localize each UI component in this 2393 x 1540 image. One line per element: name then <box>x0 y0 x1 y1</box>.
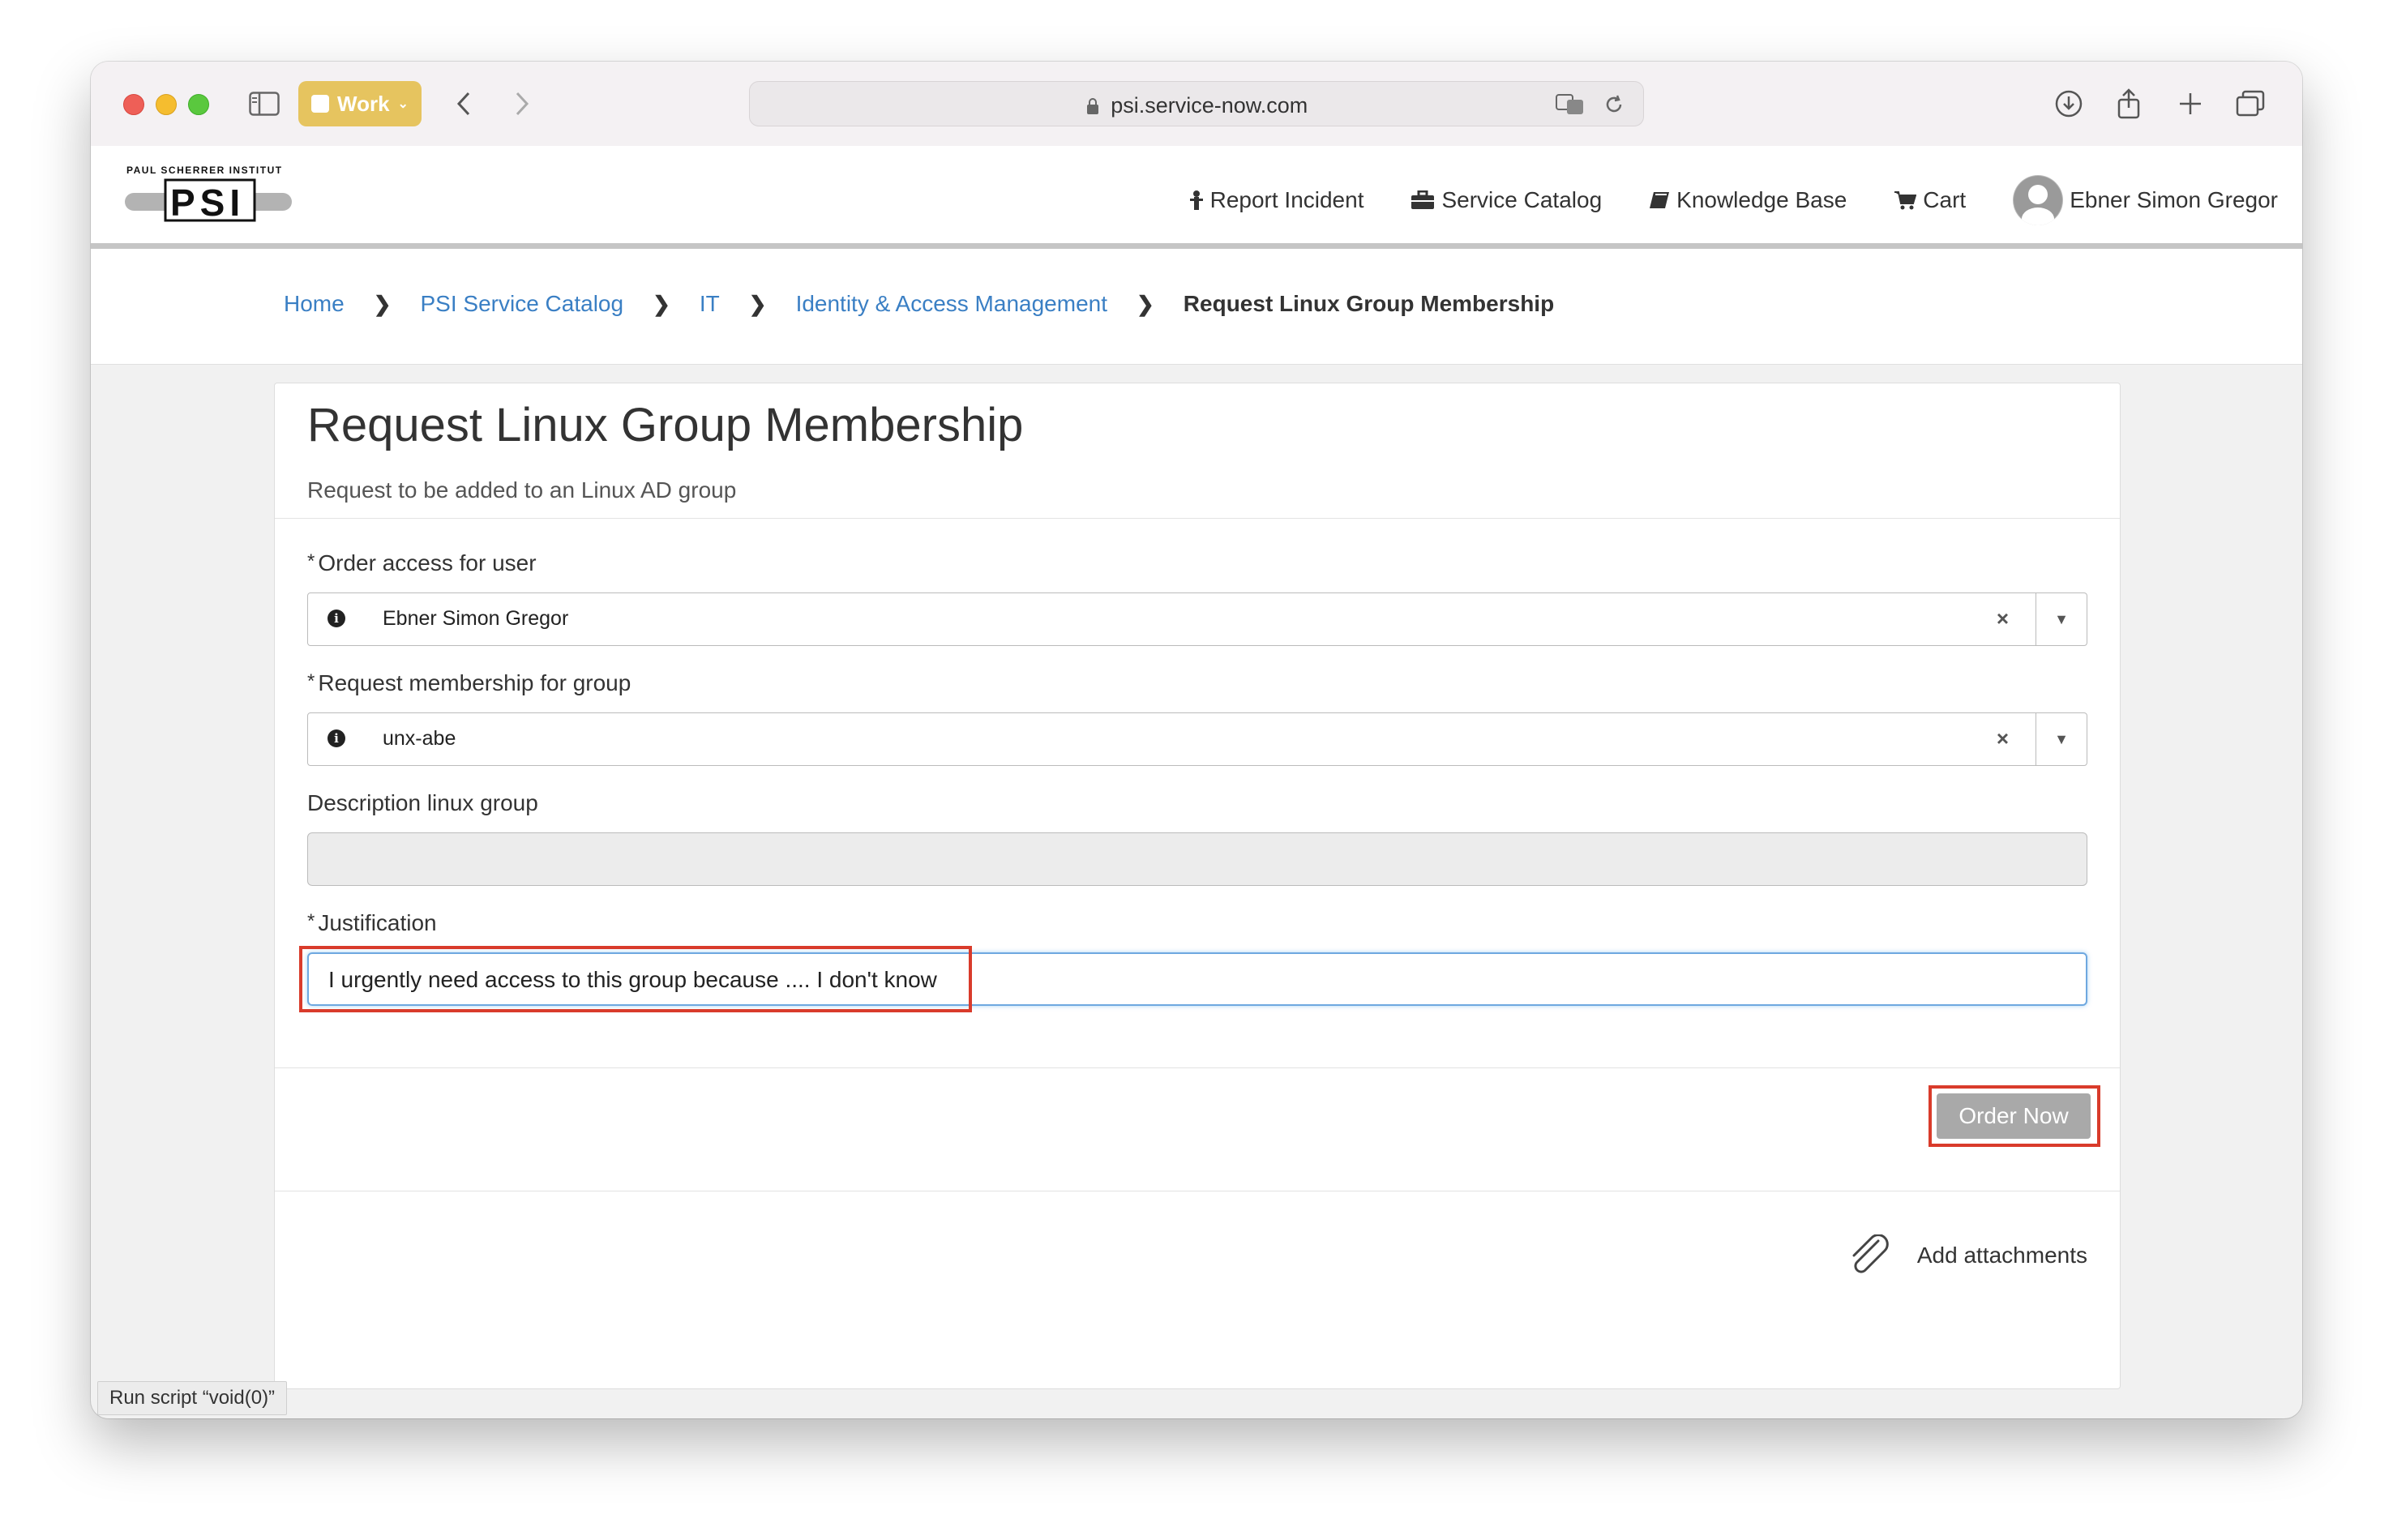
forward-icon[interactable] <box>506 86 538 122</box>
close-window-button[interactable] <box>123 94 144 115</box>
translate-icon[interactable] <box>1554 87 1586 122</box>
browser-toolbar: Work ⌄ psi.service-now.com <box>91 62 2302 147</box>
order-user-value: Ebner Simon Gregor <box>383 607 569 630</box>
breadcrumb-home[interactable]: Home <box>284 291 345 317</box>
group-value: unx-abe <box>383 727 456 750</box>
minimize-window-button[interactable] <box>156 94 177 115</box>
group-select[interactable]: i unx-abe × ▼ <box>307 712 2087 766</box>
tab-overview-icon[interactable] <box>2232 86 2268 122</box>
url-label: psi.service-now.com <box>1111 93 1308 118</box>
reload-icon[interactable] <box>1599 87 1629 122</box>
tab-group-icon <box>311 95 329 113</box>
share-icon[interactable] <box>2111 86 2147 122</box>
breadcrumb-current: Request Linux Group Membership <box>1183 291 1555 316</box>
clear-icon[interactable]: × <box>1997 726 2009 751</box>
nav-service-catalog[interactable]: Service Catalog <box>1411 187 1602 213</box>
breadcrumb-it[interactable]: IT <box>700 291 720 317</box>
order-user-label: * Order access for user <box>307 550 537 576</box>
cart-icon <box>1894 191 1917 210</box>
back-icon[interactable] <box>447 86 480 122</box>
page-subtitle: Request to be added to an Linux AD group <box>307 477 737 503</box>
required-marker: * <box>307 670 315 692</box>
breadcrumb: Home ❯ PSI Service Catalog ❯ IT ❯ Identi… <box>284 291 1554 317</box>
nav-service-catalog-label: Service Catalog <box>1441 187 1603 212</box>
new-tab-icon[interactable] <box>2173 86 2208 122</box>
add-attachments[interactable]: Add attachments <box>1847 1234 2087 1277</box>
breadcrumb-psi-service-catalog[interactable]: PSI Service Catalog <box>421 291 624 317</box>
group-label: * Request membership for group <box>307 670 631 696</box>
nav-knowledge-base-label: Knowledge Base <box>1676 187 1847 212</box>
book-icon <box>1650 192 1670 208</box>
tab-group-label: Work <box>337 91 390 116</box>
downloads-icon[interactable] <box>2051 86 2087 122</box>
justification-highlight <box>299 946 972 1012</box>
justification-label-text: Justification <box>318 910 437 935</box>
nav-report-incident-label: Report Incident <box>1209 187 1364 212</box>
order-user-select[interactable]: i Ebner Simon Gregor × ▼ <box>307 592 2087 646</box>
info-icon[interactable]: i <box>327 610 345 627</box>
nav-cart-label: Cart <box>1923 187 1967 212</box>
paperclip-icon <box>1852 1234 1889 1273</box>
add-attachments-label: Add attachments <box>1916 1243 2087 1268</box>
site-header: PAUL SCHERRER INSTITUT PSI Report Incide… <box>91 146 2302 249</box>
group-label-text: Request membership for group <box>318 670 631 695</box>
required-marker: * <box>307 910 315 932</box>
user-name: Ebner Simon Gregor <box>2070 187 2278 212</box>
chevron-right-icon: ❯ <box>748 291 767 316</box>
top-navigation: Report Incident Service Catalog Knowledg… <box>1189 175 2278 225</box>
order-user-label-text: Order access for user <box>318 550 537 575</box>
avatar <box>2013 175 2064 225</box>
chevron-right-icon: ❯ <box>373 291 392 316</box>
user-menu[interactable]: Ebner Simon Gregor <box>2013 175 2278 225</box>
zoom-window-button[interactable] <box>188 94 209 115</box>
required-marker: * <box>307 550 315 572</box>
nav-knowledge-base[interactable]: Knowledge Base <box>1649 187 1847 213</box>
chevron-down-icon: ⌄ <box>397 97 409 111</box>
dropdown-caret-icon[interactable]: ▼ <box>2036 593 2087 645</box>
address-bar[interactable]: psi.service-now.com <box>749 81 1644 126</box>
psi-logo[interactable]: PAUL SCHERRER INSTITUT PSI <box>123 162 293 232</box>
lock-icon <box>1085 93 1111 118</box>
info-icon[interactable]: i <box>327 729 345 747</box>
dropdown-caret-icon[interactable]: ▼ <box>2036 713 2087 765</box>
chevron-right-icon: ❯ <box>1137 291 1154 316</box>
description-label: Description linux group <box>307 790 538 815</box>
clear-icon[interactable]: × <box>1997 606 2009 631</box>
svg-text:PSI: PSI <box>170 182 245 224</box>
divider <box>275 1067 2120 1068</box>
breadcrumb-bar: Home ❯ PSI Service Catalog ❯ IT ❯ Identi… <box>91 249 2302 365</box>
sidebar-toggle-icon[interactable] <box>246 86 282 122</box>
browser-window: Work ⌄ psi.service-now.com PAUL SCHERRER… <box>91 62 2302 1418</box>
nav-cart[interactable]: Cart <box>1894 187 1966 213</box>
request-form-card: Request Linux Group Membership Request t… <box>274 383 2121 1389</box>
status-bar: Run script “void(0)” <box>97 1381 288 1415</box>
order-button-highlight <box>1929 1085 2100 1147</box>
briefcase-icon <box>1411 190 1435 209</box>
chevron-right-icon: ❯ <box>653 291 670 316</box>
incident-icon <box>1189 190 1203 210</box>
description-field <box>307 832 2087 886</box>
nav-report-incident[interactable]: Report Incident <box>1189 187 1364 213</box>
divider <box>275 518 2120 519</box>
tab-group-button[interactable]: Work ⌄ <box>298 81 422 126</box>
logo-text: PAUL SCHERRER INSTITUT <box>126 165 283 176</box>
page-title: Request Linux Group Membership <box>307 399 1024 451</box>
url-text: psi.service-now.com <box>750 93 1643 118</box>
breadcrumb-identity-access[interactable]: Identity & Access Management <box>796 291 1107 317</box>
justification-label: * Justification <box>307 910 437 936</box>
